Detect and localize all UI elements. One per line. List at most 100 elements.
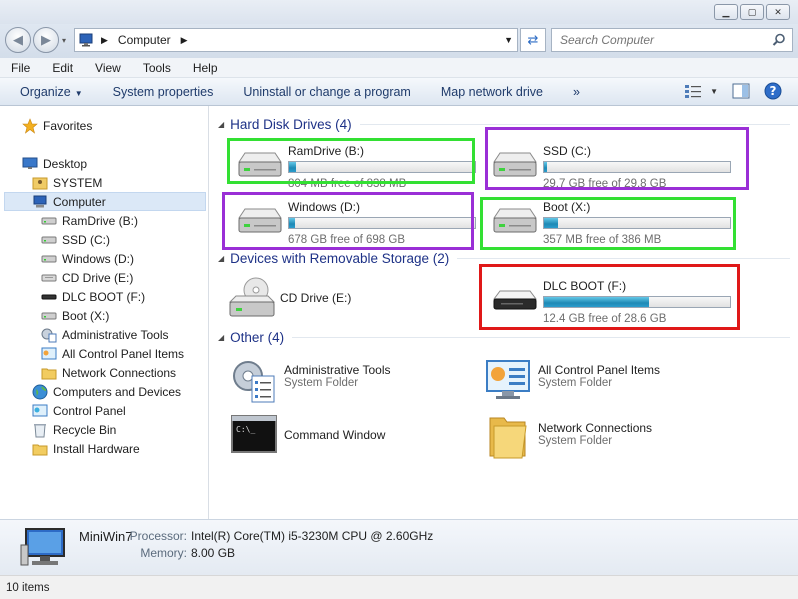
- drive-icon: [41, 214, 57, 228]
- nav-admintools[interactable]: Administrative Tools: [41, 325, 169, 344]
- refresh-icon: ⇄: [527, 32, 539, 47]
- collapse-triangle-icon: ◢: [218, 253, 225, 263]
- organize-label: Organize: [20, 84, 71, 99]
- view-dropdown-icon: ▼: [710, 86, 718, 96]
- nav-label: CD Drive (E:): [62, 270, 134, 285]
- view-controls: ▼ ?: [684, 82, 782, 100]
- nav-installhw[interactable]: Install Hardware: [32, 439, 140, 458]
- preview-pane-icon[interactable]: [732, 83, 750, 99]
- nav-desktop[interactable]: Desktop: [22, 154, 87, 173]
- nav-netconn[interactable]: Network Connections: [41, 363, 176, 382]
- change-view-button[interactable]: ▼: [684, 83, 718, 99]
- nav-boot[interactable]: Boot (X:): [41, 306, 109, 325]
- menu-file[interactable]: File: [0, 61, 41, 75]
- refresh-button[interactable]: ⇄: [520, 28, 546, 52]
- group-divider: [359, 123, 790, 125]
- search-box[interactable]: [551, 28, 793, 52]
- maximize-button[interactable]: ▢: [740, 4, 764, 20]
- item-name: Command Window: [284, 428, 386, 442]
- nav-label: SSD (C:): [62, 232, 110, 247]
- back-arrow-icon: ◀: [13, 32, 23, 47]
- organize-button[interactable]: Organize ▼: [0, 85, 98, 99]
- group-header-other[interactable]: ◢ Other (4): [218, 327, 790, 347]
- nav-ssd[interactable]: SSD (C:): [41, 230, 110, 249]
- menu-edit[interactable]: Edit: [41, 61, 84, 75]
- more-commands-button[interactable]: »: [558, 85, 595, 99]
- group-divider: [457, 257, 790, 259]
- minimize-button[interactable]: ▁: [714, 4, 738, 20]
- forward-button[interactable]: ▶: [33, 27, 59, 53]
- nav-label: Control Panel: [53, 403, 126, 418]
- nav-label: Favorites: [43, 118, 93, 133]
- nav-recyclebin[interactable]: Recycle Bin: [32, 420, 116, 439]
- menu-help[interactable]: Help: [182, 61, 229, 75]
- item-subtitle: System Folder: [538, 377, 613, 389]
- item-name: Administrative Tools: [284, 363, 391, 377]
- admin-tools-icon: [233, 361, 275, 403]
- system-properties-button[interactable]: System properties: [98, 85, 229, 99]
- help-icon[interactable]: ?: [764, 82, 782, 100]
- item-admintools[interactable]: Administrative Tools System Folder: [222, 354, 472, 403]
- search-input[interactable]: [552, 33, 762, 47]
- item-cmdwindow[interactable]: C:\_ Command Window: [222, 410, 472, 458]
- nav-cddrive[interactable]: CD Drive (E:): [41, 268, 133, 287]
- collapse-triangle-icon: ◢: [218, 119, 225, 129]
- close-icon: ✕: [774, 6, 782, 17]
- content-pane: ◢ Hard Disk Drives (4) RamDrive (B:) 804…: [210, 106, 798, 519]
- svg-text:?: ?: [770, 84, 777, 98]
- address-bar[interactable]: ▶ Computer ▶ ▼: [74, 28, 518, 52]
- nav-windows[interactable]: Windows (D:): [41, 249, 134, 268]
- nav-favorites[interactable]: Favorites: [22, 116, 92, 135]
- uninstall-program-button[interactable]: Uninstall or change a program: [228, 85, 425, 99]
- item-name: Network Connections: [538, 421, 653, 435]
- folder-icon: [32, 442, 48, 456]
- recent-pages-dropdown[interactable]: ▾: [62, 36, 66, 45]
- search-icon[interactable]: [772, 33, 786, 47]
- item-count: 10 items: [6, 581, 50, 594]
- address-dropdown-icon[interactable]: ▼: [504, 35, 513, 45]
- status-bar: 10 items: [0, 575, 798, 599]
- menu-tools[interactable]: Tools: [132, 61, 182, 75]
- recycle-bin-icon: [32, 423, 48, 437]
- item-netconn[interactable]: Network Connections System Folder: [476, 410, 726, 459]
- nav-label: All Control Panel Items: [62, 346, 185, 361]
- nav-controlpanel[interactable]: Control Panel: [32, 401, 126, 420]
- nav-controlpanelitems[interactable]: All Control Panel Items: [41, 344, 184, 363]
- back-button[interactable]: ◀: [5, 27, 31, 53]
- maximize-icon: ▢: [747, 6, 757, 17]
- nav-label: Boot (X:): [62, 308, 110, 323]
- close-button[interactable]: ✕: [766, 4, 790, 20]
- nav-ramdrive[interactable]: RamDrive (B:): [41, 211, 138, 230]
- desktop-icon: [22, 157, 38, 171]
- nav-label: Windows (D:): [62, 251, 135, 266]
- breadcrumb-computer[interactable]: Computer: [118, 33, 171, 47]
- processor-value: Intel(R) Core(TM) i5-3230M CPU @ 2.60GHz: [191, 529, 434, 543]
- map-network-drive-button[interactable]: Map network drive: [426, 85, 558, 99]
- nav-dlcboot[interactable]: DLC BOOT (F:): [41, 287, 145, 306]
- nav-label: Install Hardware: [53, 441, 140, 456]
- view-options-icon: [685, 85, 702, 98]
- menu-view[interactable]: View: [84, 61, 132, 75]
- item-controlpanelitems[interactable]: All Control Panel Items System Folder: [476, 354, 726, 402]
- control-panel-icon: [32, 404, 48, 418]
- memory-value: 8.00 GB: [191, 546, 236, 560]
- nav-computer[interactable]: Computer: [4, 192, 206, 211]
- highlight-box-purple: [485, 127, 749, 190]
- nav-label: Computer: [53, 194, 106, 209]
- breadcrumb-chevron-icon[interactable]: ▶: [181, 35, 188, 46]
- forward-arrow-icon: ▶: [41, 32, 51, 47]
- drive-icon: [41, 233, 57, 247]
- processor-label: Processor:: [129, 529, 187, 543]
- drive-icon: [41, 309, 57, 323]
- window-buttons: ▁ ▢ ✕: [714, 4, 790, 20]
- computer-icon: [32, 195, 48, 209]
- item-subtitle: System Folder: [538, 435, 613, 447]
- folder-icon: [41, 366, 57, 380]
- drive-cddrive[interactable]: CD Drive (E:): [222, 276, 472, 324]
- nav-system[interactable]: SYSTEM: [32, 173, 102, 192]
- minimize-icon: ▁: [722, 6, 730, 17]
- group-title: Hard Disk Drives (4): [230, 116, 352, 132]
- memory-label: Memory:: [140, 546, 187, 560]
- nav-computers-devices[interactable]: Computers and Devices: [32, 382, 181, 401]
- command-prompt-icon: C:\_: [231, 415, 277, 453]
